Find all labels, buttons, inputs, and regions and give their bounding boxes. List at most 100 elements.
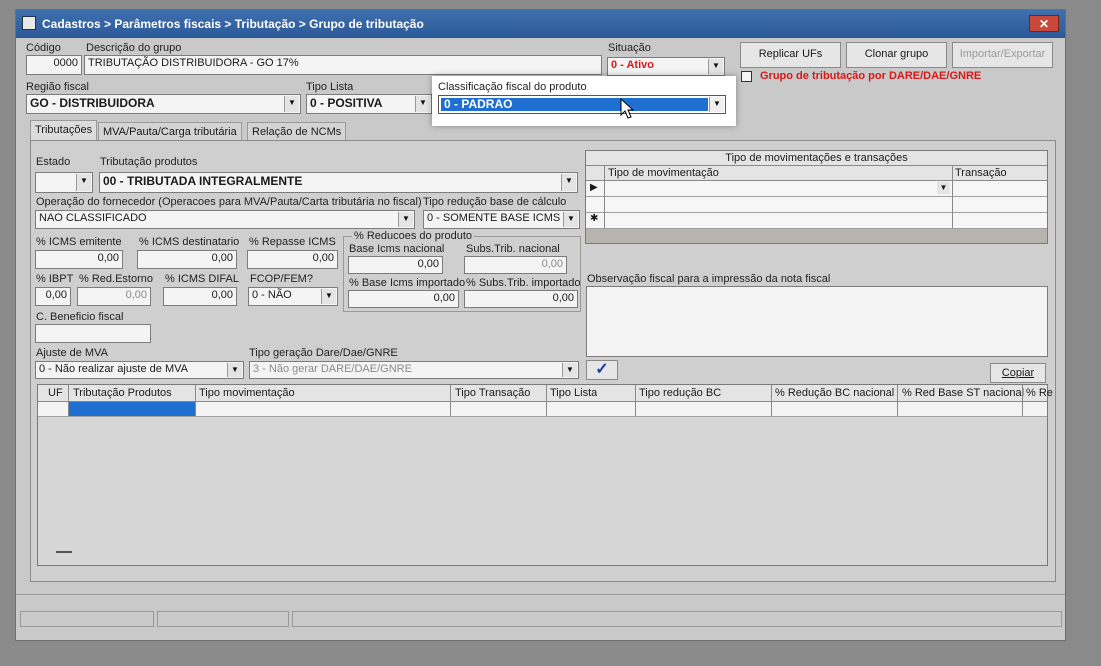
repasse-icms-label: % Repasse ICMS xyxy=(249,236,336,248)
ajuste-mva-select[interactable]: 0 - Não realizar ajuste de MVA ▼ xyxy=(35,361,244,379)
beneficio-label: C. Beneficio fiscal xyxy=(36,311,124,323)
codigo-field[interactable]: 0000 xyxy=(26,55,82,75)
situacao-label: Situação xyxy=(608,42,651,54)
codigo-label: Código xyxy=(26,42,61,54)
icms-difal-field[interactable]: 0,00 xyxy=(163,287,237,306)
mouse-cursor-icon xyxy=(620,98,634,119)
tipo-geracao-select[interactable]: 3 - Não gerar DARE/DAE/GNRE ▼ xyxy=(249,361,579,379)
clonar-grupo-button[interactable]: Clonar grupo xyxy=(846,42,947,68)
selected-cell[interactable] xyxy=(69,402,195,416)
icms-emitente-label: % ICMS emitente xyxy=(36,236,122,248)
copiar-button[interactable]: Copiar xyxy=(990,363,1046,383)
trib-produtos-select[interactable]: 00 - TRIBUTADA INTEGRALMENTE ▼ xyxy=(99,172,578,193)
descricao-field[interactable]: TRIBUTAÇÃO DISTRIBUIDORA - GO 17% xyxy=(84,55,602,75)
trib-produtos-value: 00 - TRIBUTADA INTEGRALMENTE xyxy=(103,174,303,188)
window-title: Cadastros > Parâmetros fiscais > Tributa… xyxy=(42,17,424,31)
estado-select[interactable]: ▼ xyxy=(35,172,93,193)
grid-divider xyxy=(195,385,196,416)
col-red-base-st-nacional: % Red Base ST nacional xyxy=(902,387,1025,399)
new-row-icon: ✱ xyxy=(590,213,599,224)
beneficio-field[interactable] xyxy=(35,324,151,343)
status-panel xyxy=(20,611,154,627)
app-icon xyxy=(22,16,36,30)
classificacao-label: Classificação fiscal do produto xyxy=(438,81,587,93)
movimentacoes-row[interactable]: ▶ ▼ xyxy=(586,181,1047,197)
movimentacoes-new-row[interactable]: ✱ xyxy=(586,213,1047,229)
regiao-value: GO - DISTRIBUIDORA xyxy=(30,96,155,110)
tipo-lista-select[interactable]: 0 - POSITIVA ▼ xyxy=(306,94,432,114)
dare-label: Grupo de tributação por DARE/DAE/GNRE xyxy=(760,70,982,82)
chevron-down-icon[interactable]: ▼ xyxy=(321,289,336,304)
base-icms-importado-label: % Base Icms importado xyxy=(349,277,466,289)
observacao-label: Observação fiscal para a impressão da no… xyxy=(587,273,831,285)
subs-trib-nacional-field[interactable]: 0,00 xyxy=(464,256,567,274)
col-tipo-transacao: Tipo Transação xyxy=(455,387,531,399)
chevron-down-icon[interactable]: ▼ xyxy=(76,174,91,191)
classificacao-highlight: Classificação fiscal do produto 0 - PADR… xyxy=(432,76,736,126)
chevron-down-icon[interactable]: ▼ xyxy=(708,59,723,74)
fcop-label: FCOP/FEM? xyxy=(250,273,313,285)
tab-mva-pauta[interactable]: MVA/Pauta/Carga tributária xyxy=(98,122,242,140)
chevron-down-icon[interactable]: ▼ xyxy=(227,363,242,377)
replicar-ufs-button[interactable]: Replicar UFs xyxy=(740,42,841,68)
classificacao-select[interactable]: 0 - PADRAO ▼ xyxy=(438,95,726,114)
regiao-label: Região fiscal xyxy=(26,81,89,93)
subs-trib-importado-label: % Subs.Trib. importado xyxy=(466,277,581,289)
tipo-lista-value: 0 - POSITIVA xyxy=(310,96,383,110)
col-tipo-reducao-bc: Tipo redução BC xyxy=(639,387,722,399)
chevron-down-icon[interactable]: ▼ xyxy=(398,212,413,227)
dare-checkbox[interactable] xyxy=(741,71,752,82)
tipo-reducao-label: Tipo redução base de cálculo xyxy=(423,196,567,208)
chevron-down-icon[interactable]: ▼ xyxy=(284,96,299,112)
icms-destinatario-label: % ICMS destinatario xyxy=(139,236,240,248)
grid-divider xyxy=(952,166,953,228)
tipo-reducao-select[interactable]: 0 - SOMENTE BASE ICMS ▼ xyxy=(423,210,580,229)
tab-relacao-ncms[interactable]: Relação de NCMs xyxy=(247,122,347,140)
confirm-check-button[interactable]: ✓ xyxy=(586,360,618,380)
tributacoes-grid-header: UF Tributação Produtos Tipo movimentação… xyxy=(38,385,1053,402)
status-panel xyxy=(157,611,289,627)
trib-produtos-label: Tributação produtos xyxy=(100,156,198,168)
chevron-down-icon[interactable]: ▼ xyxy=(562,363,577,377)
ibpt-field[interactable]: 0,00 xyxy=(35,287,71,306)
chevron-down-icon[interactable]: ▼ xyxy=(563,212,578,227)
ajuste-mva-value: 0 - Não realizar ajuste de MVA xyxy=(39,363,188,375)
base-icms-importado-field[interactable]: 0,00 xyxy=(348,290,459,308)
tipo-reducao-value: 0 - SOMENTE BASE ICMS xyxy=(427,212,561,224)
chevron-down-icon[interactable]: ▼ xyxy=(709,97,724,112)
base-icms-nacional-field[interactable]: 0,00 xyxy=(348,256,443,274)
col-transacao: Transação xyxy=(955,167,1007,179)
operacao-value: NAO CLASSIFICADO xyxy=(39,212,147,224)
operacao-label: Operação do fornecedor (Operacoes para M… xyxy=(36,196,422,208)
title-bar: Cadastros > Parâmetros fiscais > Tributa… xyxy=(16,10,1065,38)
classificacao-value: 0 - PADRAO xyxy=(441,98,708,111)
chevron-down-icon[interactable]: ▼ xyxy=(937,182,950,194)
tipo-geracao-label: Tipo geração Dare/Dae/GNRE xyxy=(249,347,398,359)
icms-difal-label: % ICMS DIFAL xyxy=(165,273,239,285)
grid-divider xyxy=(546,385,547,416)
subs-trib-importado-field[interactable]: 0,00 xyxy=(464,290,578,308)
movimentacoes-row[interactable] xyxy=(586,197,1047,213)
red-estorno-label: % Red.Estorno xyxy=(79,273,153,285)
chevron-down-icon[interactable]: ▼ xyxy=(415,96,430,112)
fcop-select[interactable]: 0 - NÃO ▼ xyxy=(248,287,338,306)
icms-emitente-field[interactable]: 0,00 xyxy=(35,250,123,269)
col-tipo-movimentacao: Tipo movimentação xyxy=(199,387,295,399)
situacao-select[interactable]: 0 - Ativo ▼ xyxy=(607,57,725,76)
regiao-select[interactable]: GO - DISTRIBUIDORA ▼ xyxy=(26,94,301,114)
chevron-down-icon[interactable]: ▼ xyxy=(561,174,576,191)
col-tipo-lista: Tipo Lista xyxy=(550,387,598,399)
close-button[interactable]: ✕ xyxy=(1029,15,1059,32)
repasse-icms-field[interactable]: 0,00 xyxy=(247,250,338,269)
status-panel xyxy=(292,611,1062,627)
col-tributacao-produtos: Tributação Produtos xyxy=(73,387,172,399)
icms-destinatario-field[interactable]: 0,00 xyxy=(137,250,237,269)
tab-tributacoes[interactable]: Tributações xyxy=(30,120,98,141)
table-row[interactable] xyxy=(38,402,1047,417)
grid-divider xyxy=(771,385,772,416)
grid-divider xyxy=(635,385,636,416)
red-estorno-field[interactable]: 0,00 xyxy=(77,287,151,306)
importar-exportar-button[interactable]: Importar/Exportar xyxy=(952,42,1053,68)
observacao-textarea[interactable] xyxy=(586,286,1048,357)
operacao-select[interactable]: NAO CLASSIFICADO ▼ xyxy=(35,210,415,229)
